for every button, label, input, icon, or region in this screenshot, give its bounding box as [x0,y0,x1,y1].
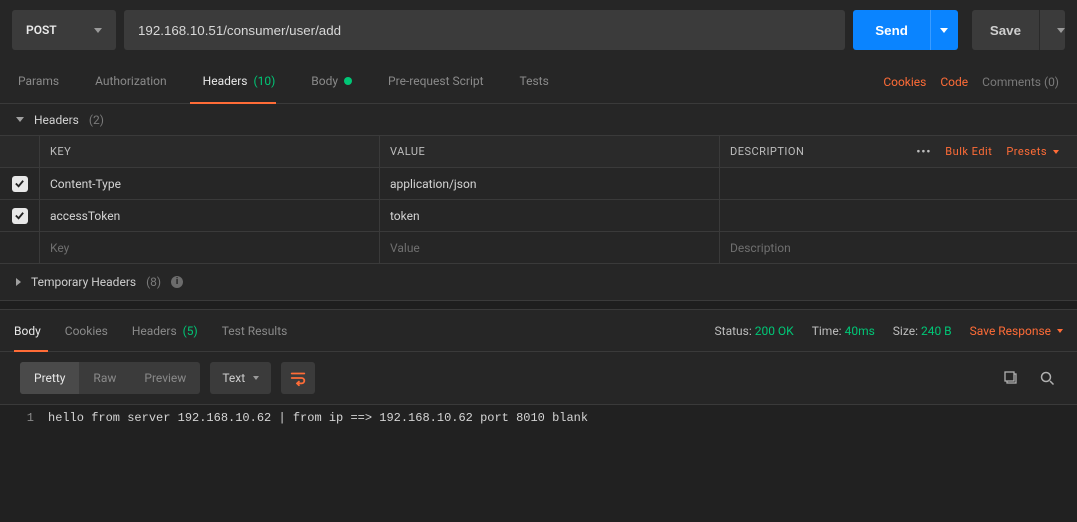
save-response-button[interactable]: Save Response [970,324,1063,338]
tab-tests[interactable]: Tests [520,60,549,103]
content-type-select[interactable]: Text [210,362,271,394]
tab-prerequest[interactable]: Pre-request Script [388,60,483,103]
send-options-button[interactable] [930,10,958,50]
response-body-text: hello from server 192.168.10.62 | from i… [48,405,1077,522]
col-description: DESCRIPTION [730,145,804,158]
header-key-input[interactable]: accessToken [40,200,380,231]
table-row: accessToken token [0,200,1077,232]
headers-count: (10) [254,74,276,88]
header-desc-input[interactable]: Description [720,232,1077,263]
info-icon[interactable]: i [171,276,183,288]
header-value-input[interactable]: token [380,200,720,231]
line-number: 1 [0,405,48,522]
tab-resp-cookies[interactable]: Cookies [65,324,108,338]
body-indicator-icon [344,77,352,85]
view-raw[interactable]: Raw [79,362,130,394]
checkbox[interactable] [12,176,28,192]
code-link[interactable]: Code [940,75,968,89]
view-mode-segment: Pretty Raw Preview [20,362,200,394]
col-value: VALUE [380,136,720,167]
header-value-input[interactable]: Value [380,232,720,263]
presets-dropdown[interactable]: Presets [1006,145,1059,158]
pane-divider[interactable] [0,300,1077,310]
chevron-down-icon [940,28,948,33]
url-input[interactable] [124,10,845,50]
temp-headers-toggle[interactable]: Temporary Headers (8) i [0,264,1077,300]
tab-headers[interactable]: Headers (10) [203,60,276,103]
chevron-down-icon [253,376,259,380]
header-key-input[interactable]: Key [40,232,380,263]
response-body-viewer[interactable]: 1 hello from server 192.168.10.62 | from… [0,404,1077,522]
headers-toggle[interactable]: Headers (2) [0,104,1077,136]
table-row: Content-Type application/json [0,168,1077,200]
tab-authorization[interactable]: Authorization [95,60,167,103]
tab-resp-tests[interactable]: Test Results [222,324,288,338]
chevron-down-icon [1057,28,1065,33]
header-key-input[interactable]: Content-Type [40,168,380,199]
chevron-down-icon [1053,150,1059,154]
header-desc-input[interactable] [720,200,1077,231]
time-meta: Time: 40ms [812,324,875,338]
wrap-lines-button[interactable] [281,362,315,394]
triangle-down-icon [16,117,24,122]
header-desc-input[interactable] [720,168,1077,199]
save-options-button[interactable] [1039,10,1065,50]
tab-params[interactable]: Params [18,60,59,103]
http-method-select[interactable]: POST [12,10,116,50]
size-meta: Size: 240 B [893,324,952,338]
tab-body[interactable]: Body [311,60,352,103]
table-row-new: Key Value Description [0,232,1077,264]
comments-link[interactable]: Comments (0) [982,75,1059,89]
tab-resp-body[interactable]: Body [14,324,41,338]
save-button[interactable]: Save [972,10,1039,50]
tab-resp-headers[interactable]: Headers (5) [132,324,198,338]
http-method-label: POST [26,23,57,37]
bulk-edit-link[interactable]: Bulk Edit [945,145,992,158]
view-preview[interactable]: Preview [130,362,200,394]
triangle-right-icon [16,278,21,286]
chevron-down-icon [94,28,102,33]
more-icon[interactable]: ••• [916,145,931,158]
col-key: KEY [40,136,380,167]
view-pretty[interactable]: Pretty [20,362,79,394]
status-meta: Status: 200 OK [715,324,794,338]
copy-icon[interactable] [1003,370,1019,386]
header-value-input[interactable]: application/json [380,168,720,199]
checkbox[interactable] [12,208,28,224]
search-icon[interactable] [1039,370,1055,386]
cookies-link[interactable]: Cookies [883,75,926,89]
chevron-down-icon [1057,329,1063,333]
send-button[interactable]: Send [853,10,930,50]
